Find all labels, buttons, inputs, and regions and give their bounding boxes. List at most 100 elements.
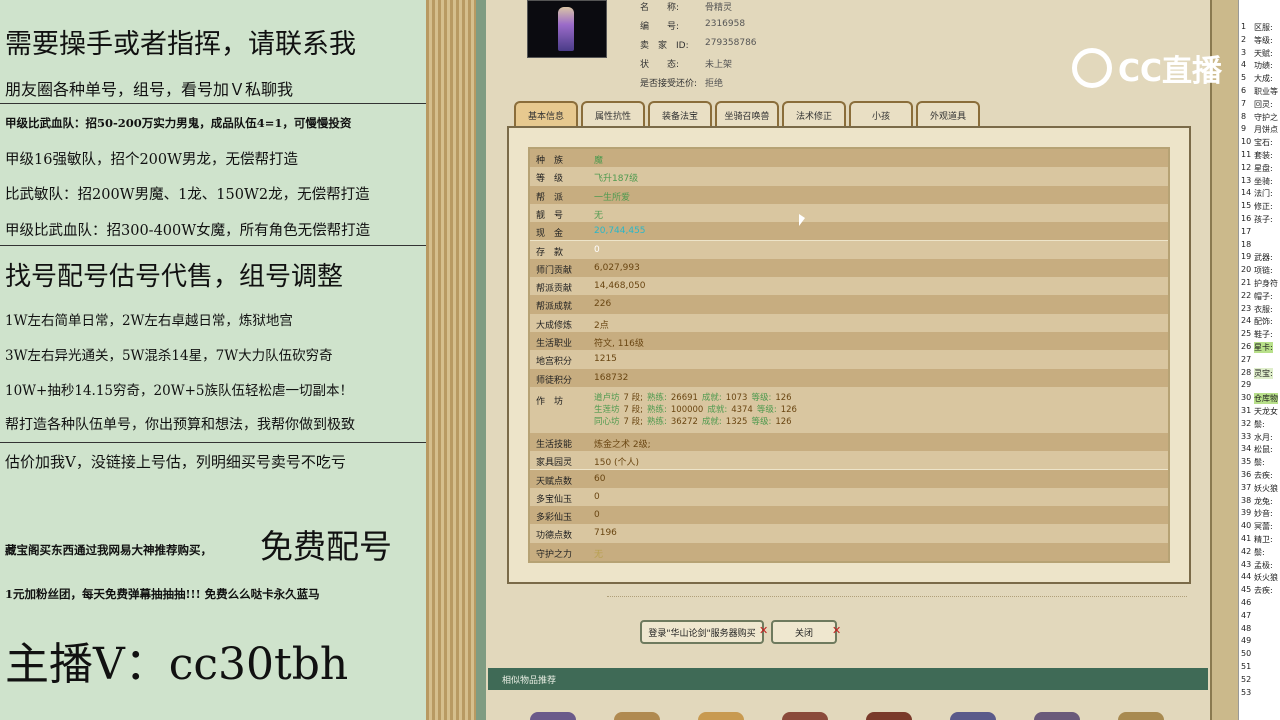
sheet-row-number: 37 (1241, 482, 1252, 492)
sheet-cell[interactable]: 去疾: (1254, 585, 1273, 596)
sheet-cell[interactable]: 套装: (1254, 150, 1273, 161)
sheet-row-number: 11 (1241, 150, 1252, 159)
sheet-cell[interactable]: 冥蕾: (1254, 521, 1273, 532)
sheet-cell[interactable]: 衣服: (1254, 304, 1273, 315)
sheet-cell[interactable]: 坐骑: (1254, 176, 1273, 187)
tab-basic-info[interactable]: 基本信息 (514, 101, 578, 127)
row-value: 2点 (594, 320, 609, 331)
sheet-cell[interactable]: 职业等 (1254, 86, 1278, 97)
sheet-cell[interactable]: 修正: (1254, 201, 1273, 212)
sheet-row-number: 52 (1241, 674, 1252, 684)
tab-appearance[interactable]: 外观道具 (916, 101, 980, 127)
table-row: 功德点数 7196 (530, 524, 1168, 543)
sheet-cell[interactable]: 鞋子: (1254, 329, 1273, 340)
sheet-cell[interactable]: 鬃: (1254, 457, 1265, 468)
sheet-cell[interactable]: 水月: (1254, 432, 1273, 443)
similar-items-bar: 相似物品推荐 (488, 668, 1208, 690)
workshop-line: 道卢坊 7 段; 熟练: 26691 成就: 1073 等级: 126 (594, 392, 792, 403)
similar-items-title: 相似物品推荐 (502, 676, 557, 686)
field-name-value: 骨精灵 (705, 3, 733, 13)
sheet-cell[interactable]: 配饰: (1254, 316, 1273, 327)
tab-attributes[interactable]: 属性抗性 (581, 101, 645, 127)
row-label: 帮 派 (536, 192, 564, 203)
sheet-cell[interactable]: 仓库物 (1254, 393, 1278, 405)
sheet-cell[interactable]: 回灵: (1254, 99, 1273, 110)
sheet-cell[interactable]: 宝石: (1254, 137, 1273, 148)
tab-equipment[interactable]: 装备法宝 (648, 101, 712, 127)
sheet-cell[interactable]: 精卫: (1254, 534, 1273, 545)
sheet-cell[interactable]: 大成: (1254, 73, 1273, 84)
sheet-row-number: 4 (1241, 60, 1247, 70)
row-label: 种 族 (536, 156, 564, 166)
login-server-buy-button[interactable]: 登录"华山论剑"服务器购买 (640, 620, 764, 644)
sheet-cell[interactable]: 松鼠: (1254, 444, 1273, 455)
similar-item-thumb[interactable] (1034, 712, 1080, 720)
sheet-cell[interactable]: 武器: (1254, 252, 1273, 263)
field-name-label: 名 称: (640, 3, 680, 13)
sheet-cell[interactable]: 灵宝: (1254, 367, 1273, 379)
sheet-row-number: 17 (1241, 226, 1252, 236)
line-12: 藏宝阁买东西通过我网易大神推荐购买， (5, 543, 212, 557)
row-value: 60 (594, 473, 606, 484)
sheet-cell[interactable]: 鬃: (1254, 547, 1265, 558)
row-value: 魔 (594, 156, 604, 166)
table-row: 帮 派 一生所爱 (530, 185, 1168, 204)
sheet-cell[interactable]: 妖火狼 (1254, 483, 1278, 494)
tab-mounts-pets[interactable]: 坐骑召唤兽 (715, 101, 779, 127)
mouse-cursor-icon (799, 214, 805, 226)
sheet-row-number: 6 (1241, 86, 1247, 95)
tab-spell-mods[interactable]: 法术修正 (782, 101, 846, 127)
sheet-cell[interactable]: 帽子: (1254, 291, 1273, 302)
sheet-cell[interactable]: 妖火狼 (1254, 572, 1278, 583)
sheet-cell[interactable]: 去疾: (1254, 470, 1273, 481)
similar-item-thumb[interactable] (1118, 712, 1164, 720)
similar-item-thumb[interactable] (866, 712, 912, 720)
sheet-cell[interactable]: 鬃: (1254, 419, 1265, 430)
similar-item-thumb[interactable] (698, 712, 744, 720)
sheet-cell[interactable]: 天赋: (1254, 48, 1273, 59)
row-value: 150 (个人) (594, 458, 640, 469)
field-bargain-label: 是否接受还价: (640, 79, 698, 89)
sheet-row-number: 35 (1241, 457, 1252, 467)
sheet-row-number: 25 (1241, 329, 1252, 339)
table-row: 多彩仙玉 0 (530, 506, 1168, 525)
sheet-cell[interactable]: 龙兔: (1254, 496, 1273, 507)
sheet-cell[interactable]: 天龙女 (1254, 406, 1278, 417)
sheet-cell[interactable]: 区服: (1254, 22, 1273, 33)
sheet-cell[interactable]: 星卡: (1254, 342, 1273, 353)
sheet-cell[interactable]: 月饼点 (1254, 124, 1278, 135)
tab-children[interactable]: 小孩 (849, 101, 913, 127)
sheet-cell[interactable]: 孩子: (1254, 214, 1273, 225)
divider (0, 245, 426, 246)
sheet-cell[interactable]: 等级: (1254, 35, 1273, 46)
window-right-border (1210, 0, 1240, 720)
sheet-row-number: 34 (1241, 444, 1252, 454)
similar-item-thumb[interactable] (530, 712, 576, 720)
sheet-row-number: 23 (1241, 303, 1252, 313)
sheet-cell[interactable]: 妙音: (1254, 508, 1273, 519)
sheet-row-number: 19 (1241, 252, 1252, 262)
close-button[interactable]: 关闭 (771, 620, 837, 644)
sheet-cell[interactable]: 守护之 (1254, 112, 1278, 123)
window-border-pattern (426, 0, 476, 720)
sheet-cell[interactable]: 功绩: (1254, 60, 1273, 71)
row-label: 生活职业 (536, 339, 573, 349)
sheet-row-number: 32 (1241, 418, 1252, 428)
similar-item-thumb[interactable] (614, 712, 660, 720)
sheet-cell[interactable]: 法门: (1254, 188, 1273, 199)
row-label: 师门贡献 (536, 265, 573, 276)
sheet-cell[interactable]: 星盘: (1254, 163, 1273, 174)
sheet-row-number: 10 (1241, 137, 1252, 147)
similar-item-thumb[interactable] (782, 712, 828, 720)
line-8: 3W左右异光通关，5W混杀14星，7W大力队伍砍穷奇 (5, 348, 333, 364)
line-10: 帮打造各种队伍单号，你出预算和想法，我帮你做到极致 (5, 417, 355, 433)
table-row: 大成修炼 2点 (530, 313, 1168, 332)
sheet-row-number: 15 (1241, 201, 1252, 211)
sheet-row-number: 50 (1241, 649, 1252, 659)
similar-item-thumb[interactable] (950, 712, 996, 720)
field-seller-label: 卖 家 ID: (640, 41, 689, 51)
sheet-cell[interactable]: 护身符 (1254, 278, 1278, 289)
sheet-cell[interactable]: 孟极: (1254, 560, 1273, 571)
table-row: 现 金 20,744,455 (530, 222, 1168, 241)
sheet-cell[interactable]: 项链: (1254, 265, 1273, 276)
